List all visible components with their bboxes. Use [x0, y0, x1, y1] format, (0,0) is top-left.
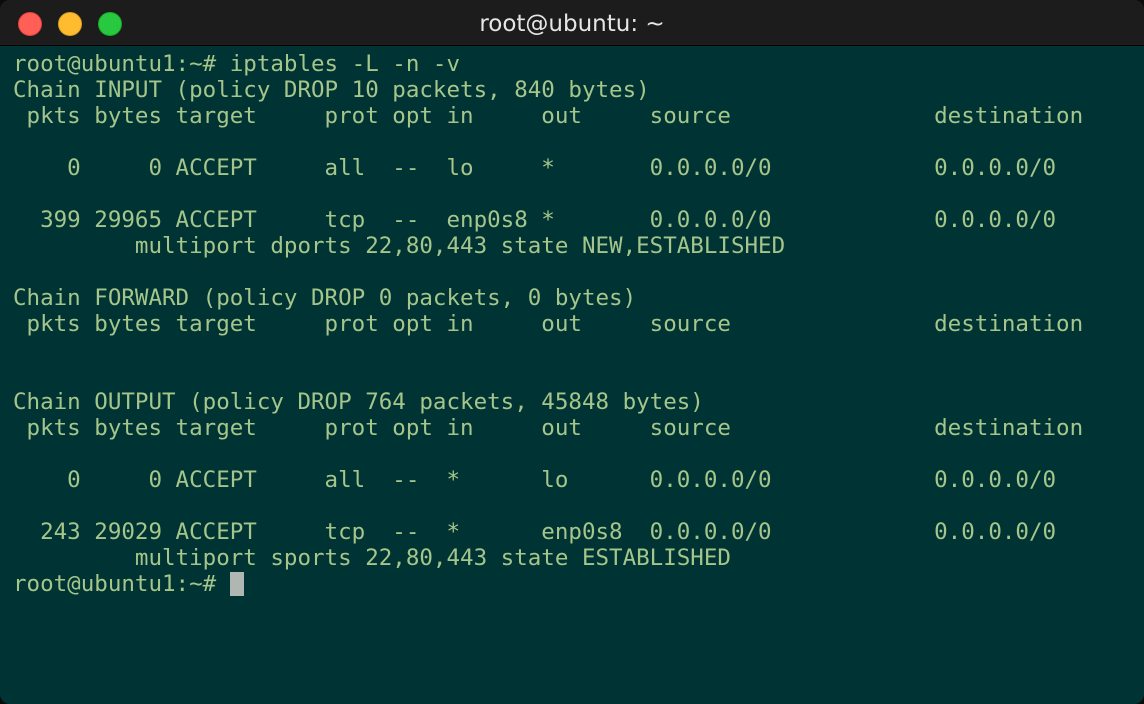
- terminal-line-output-rule-2-match: multiport sports 22,80,443 state ESTABLI…: [13, 545, 731, 571]
- terminal-line-input-rule-1: 0 0 ACCEPT all -- lo * 0.0.0.0/0 0.0.0.0…: [13, 155, 1057, 181]
- terminal-window: root@ubuntu: ~ root@ubuntu1:~# iptables …: [0, 0, 1144, 704]
- title-bar[interactable]: root@ubuntu: ~: [0, 0, 1144, 46]
- terminal-prompt-line[interactable]: root@ubuntu1:~#: [13, 571, 1138, 597]
- terminal-output[interactable]: root@ubuntu1:~# iptables -L -n -v Chain …: [13, 51, 1138, 691]
- terminal-line-output-header: pkts bytes target prot opt in out source…: [13, 415, 1084, 441]
- terminal-line-input-chain: Chain INPUT (policy DROP 10 packets, 840…: [13, 77, 650, 103]
- terminal-line-output-chain: Chain OUTPUT (policy DROP 764 packets, 4…: [13, 389, 704, 415]
- terminal-line-input-header: pkts bytes target prot opt in out source…: [13, 103, 1084, 129]
- terminal-line-forward-header: pkts bytes target prot opt in out source…: [13, 311, 1084, 337]
- text-cursor: [230, 572, 245, 596]
- terminal-prompt: root@ubuntu1:~#: [13, 571, 217, 597]
- terminal-line-forward-chain: Chain FORWARD (policy DROP 0 packets, 0 …: [13, 285, 637, 311]
- terminal-line-output-rule-2: 243 29029 ACCEPT tcp -- * enp0s8 0.0.0.0…: [13, 519, 1057, 545]
- terminal-line-output-rule-1: 0 0 ACCEPT all -- * lo 0.0.0.0/0 0.0.0.0…: [13, 467, 1057, 493]
- terminal-line-input-rule-2: 399 29965 ACCEPT tcp -- enp0s8 * 0.0.0.0…: [13, 207, 1057, 233]
- window-title: root@ubuntu: ~: [479, 11, 665, 37]
- terminal-line-command: root@ubuntu1:~# iptables -L -n -v: [13, 51, 461, 77]
- terminal-line-input-rule-2-match: multiport dports 22,80,443 state NEW,EST…: [13, 233, 786, 259]
